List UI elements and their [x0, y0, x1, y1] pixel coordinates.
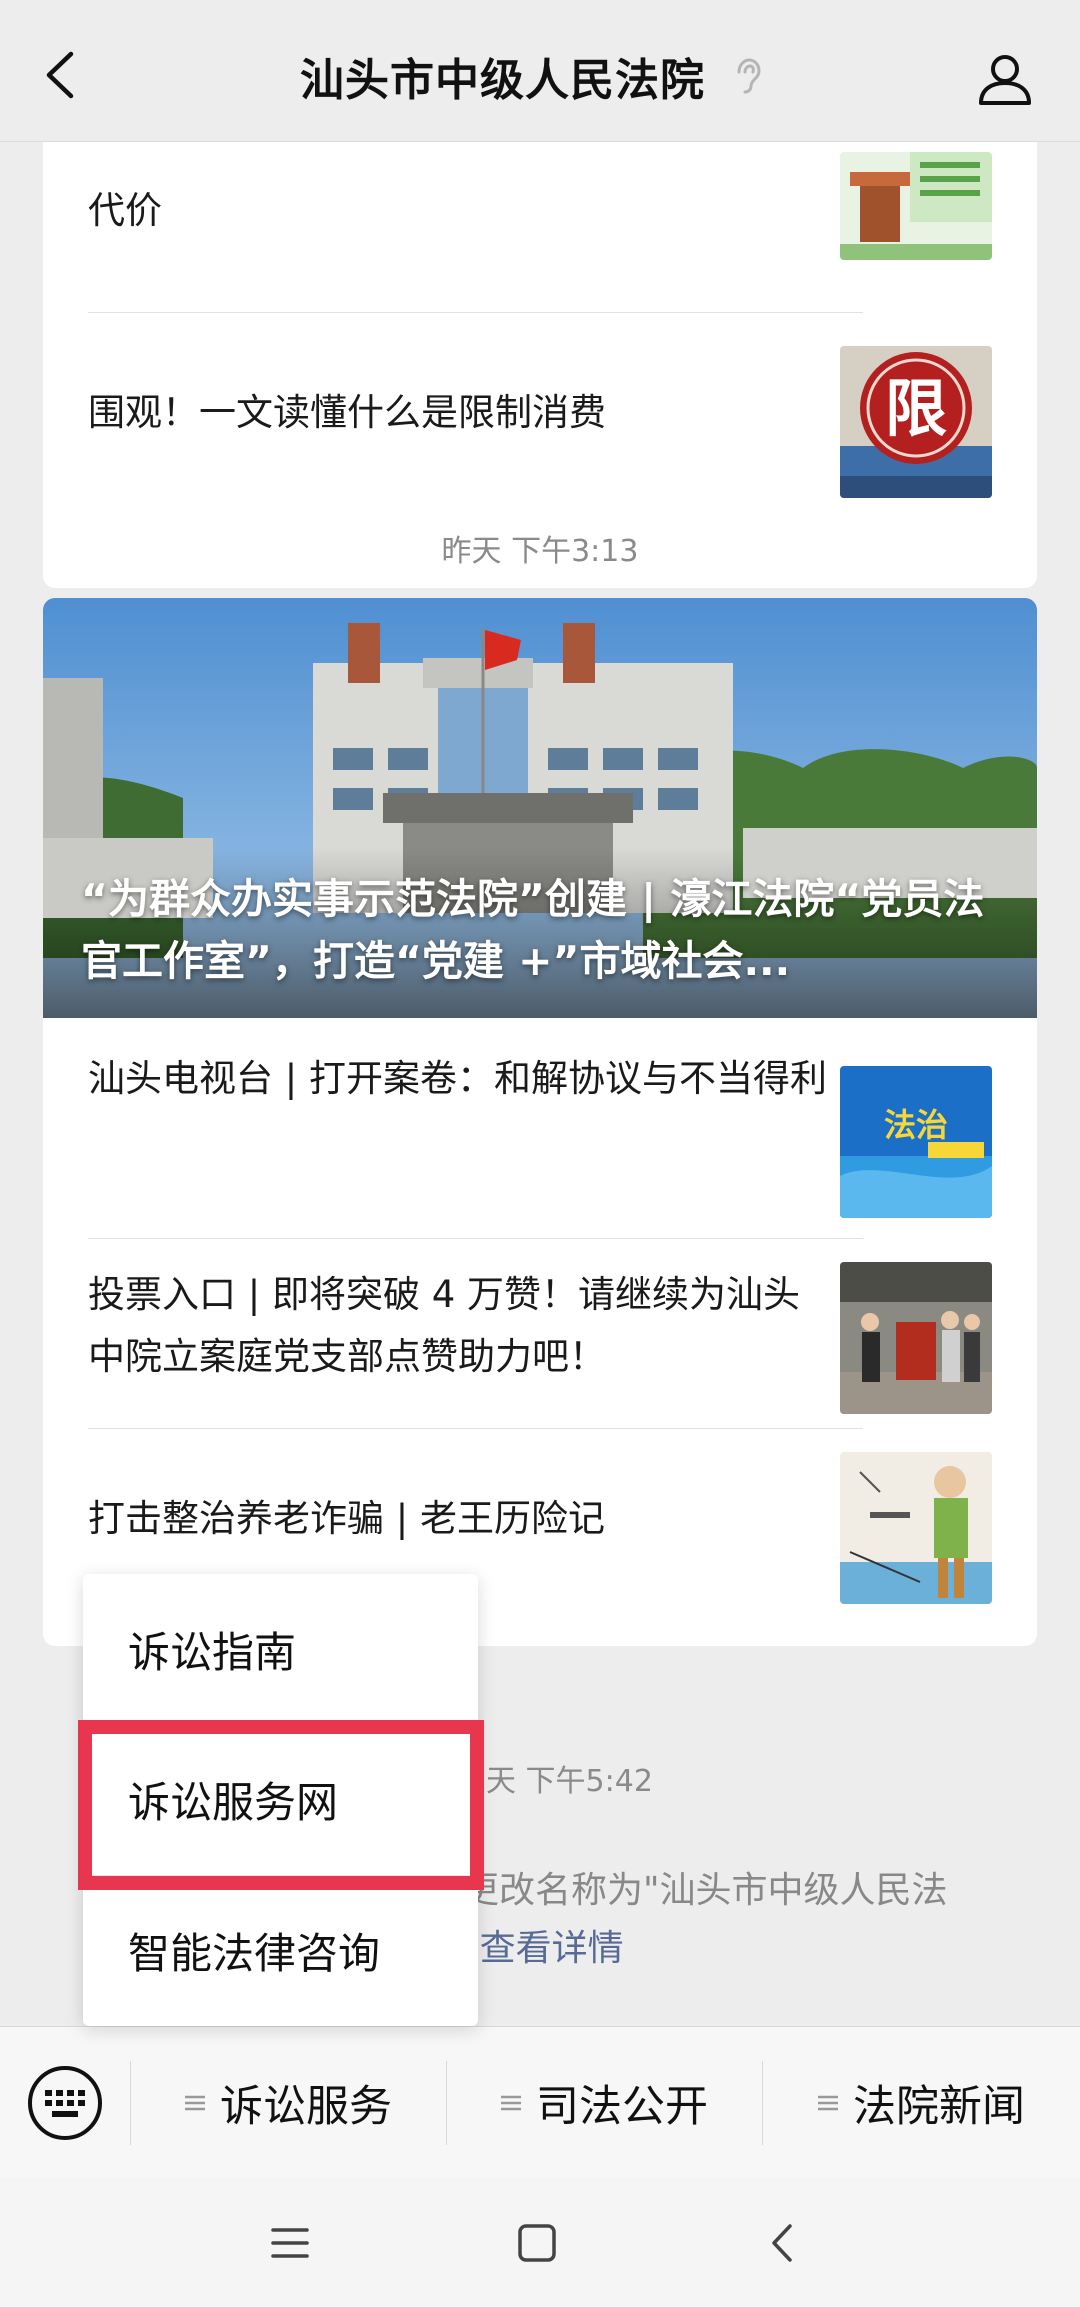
list-item[interactable]: 汕头电视台 | 打开案卷：和解协议与不当得利 法治	[88, 1038, 992, 1218]
article-title: 投票入口 | 即将突破 4 万赞！请继续为汕头中院立案庭党支部点赞助力吧！	[88, 1273, 801, 1378]
article-title: 代价	[88, 189, 162, 232]
popup-item-litigation-guide[interactable]: 诉讼指南	[83, 1574, 478, 1724]
nav-home-button[interactable]	[502, 2208, 572, 2278]
svg-text:限: 限	[885, 372, 947, 445]
article-thumbnail	[840, 1452, 992, 1604]
ear-icon	[737, 58, 761, 94]
person-icon	[979, 55, 1031, 105]
popup-menu: 诉讼指南 诉讼服务网 智能法律咨询	[83, 1574, 478, 2026]
menu-tab-court-news[interactable]: 法院新闻	[762, 2027, 1080, 2179]
keyboard-toggle-button[interactable]	[25, 2063, 105, 2143]
popup-item-litigation-service-network[interactable]: 诉讼服务网	[83, 1724, 478, 1874]
notice-text: 更改名称为"汕头市中级人民法 "查看详情	[463, 1862, 1023, 1978]
popup-item-smart-legal-consult[interactable]: 智能法律咨询	[83, 1875, 478, 2025]
page-title: 汕头市中级人民法院	[300, 55, 705, 106]
home-square-icon	[518, 2224, 556, 2262]
nav-back-button[interactable]	[747, 2208, 817, 2278]
title-group: 汕头市中级人民法院	[300, 44, 763, 108]
article-card: 代价 围观！一文读懂什么是限制消费 限	[43, 142, 1037, 588]
article-title: 汕头电视台 | 打开案卷：和解协议与不当得利	[88, 1057, 827, 1100]
system-nav-bar	[0, 2178, 1080, 2307]
menu-icon	[271, 2228, 309, 2258]
menu-lines-icon	[818, 2095, 838, 2111]
back-button[interactable]	[30, 40, 90, 110]
article-thumbnail: 法治	[840, 1066, 992, 1218]
article-title: 打击整治养老诈骗 | 老王历险记	[88, 1497, 605, 1540]
divider	[88, 312, 863, 313]
list-item[interactable]: 围观！一文读懂什么是限制消费 限	[88, 336, 992, 506]
article-thumbnail: 限	[840, 346, 992, 498]
profile-button[interactable]	[970, 44, 1040, 114]
nav-menu-button[interactable]	[255, 2208, 325, 2278]
notice-partial: 更改名称为"汕头市中级人民法	[463, 1870, 948, 1911]
article-thumbnail	[840, 1262, 992, 1414]
menu-tab-label: 诉讼服务	[220, 2082, 392, 2132]
menu-tab-judicial-openness[interactable]: 司法公开	[446, 2027, 762, 2179]
timestamp: 昨天 下午3:13	[441, 534, 639, 569]
menu-bar: 诉讼服务 司法公开 法院新闻	[0, 2026, 1080, 2178]
hero-article[interactable]: “为群众办实事示范法院”创建 | 濠江法院“党员法官工作室”，打造“党建 +”市…	[43, 598, 1037, 1018]
view-details-link[interactable]: 查看详情	[480, 1928, 624, 1969]
menu-tab-label: 司法公开	[536, 2082, 708, 2132]
menu-tab-litigation-service[interactable]: 诉讼服务	[130, 2027, 446, 2179]
article-title: 围观！一文读懂什么是限制消费	[88, 391, 606, 434]
menu-lines-icon	[501, 2095, 521, 2111]
list-item[interactable]: 投票入口 | 即将突破 4 万赞！请继续为汕头中院立案庭党支部点赞助力吧！	[88, 1238, 992, 1428]
menu-tab-label: 法院新闻	[853, 2082, 1025, 2132]
menu-lines-icon	[185, 2095, 205, 2111]
article-thumbnail	[840, 152, 992, 260]
svg-text:法治: 法治	[884, 1106, 948, 1144]
chevron-left-icon	[772, 2224, 792, 2262]
keyboard-icon	[28, 2066, 102, 2140]
chat-header: 汕头市中级人民法院	[0, 0, 1080, 142]
article-card: “为群众办实事示范法院”创建 | 濠江法院“党员法官工作室”，打造“党建 +”市…	[43, 598, 1037, 1646]
chevron-left-icon	[46, 51, 74, 99]
list-item[interactable]: 代价	[88, 152, 992, 312]
hero-title: “为群众办实事示范法院”创建 | 濠江法院“党员法官工作室”，打造“党建 +”市…	[81, 875, 985, 985]
